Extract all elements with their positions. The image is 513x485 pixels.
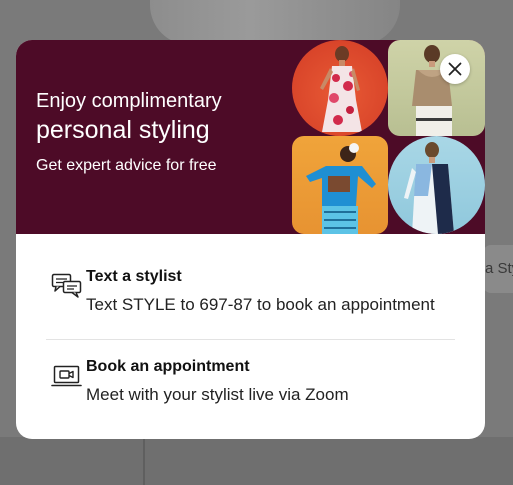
option-description: Text STYLE to 697-87 to book an appointm… (86, 295, 435, 314)
stylist-photo-beige-top (388, 40, 485, 136)
hero-banner: Enjoy complimentary personal styling Get… (16, 40, 485, 234)
stylist-photo-blue-jacket (292, 136, 388, 234)
hero-subtitle: Get expert advice for free (36, 157, 217, 174)
hero-text: Enjoy complimentary personal styling Get… (36, 89, 222, 176)
background-footer (0, 437, 513, 485)
background-tab: a Sty (483, 245, 513, 293)
chat-bubbles-icon (51, 273, 82, 298)
hero-line1: Enjoy complimentary (36, 90, 222, 112)
video-call-icon (51, 365, 82, 387)
option-title: Book an appointment (86, 358, 250, 375)
close-button[interactable] (440, 54, 470, 84)
option-title: Text a stylist (86, 268, 182, 285)
background-image (150, 0, 400, 45)
hero-title: personal styling (36, 116, 210, 144)
styling-modal: Enjoy complimentary personal styling Get… (16, 40, 485, 439)
option-description: Meet with your stylist live via Zoom (86, 385, 349, 404)
stylist-photo-colorblock-dress (388, 136, 485, 234)
background-divider (143, 437, 145, 485)
divider (46, 339, 455, 340)
close-icon (448, 62, 462, 76)
stylist-photo-floral-dress (292, 40, 388, 136)
